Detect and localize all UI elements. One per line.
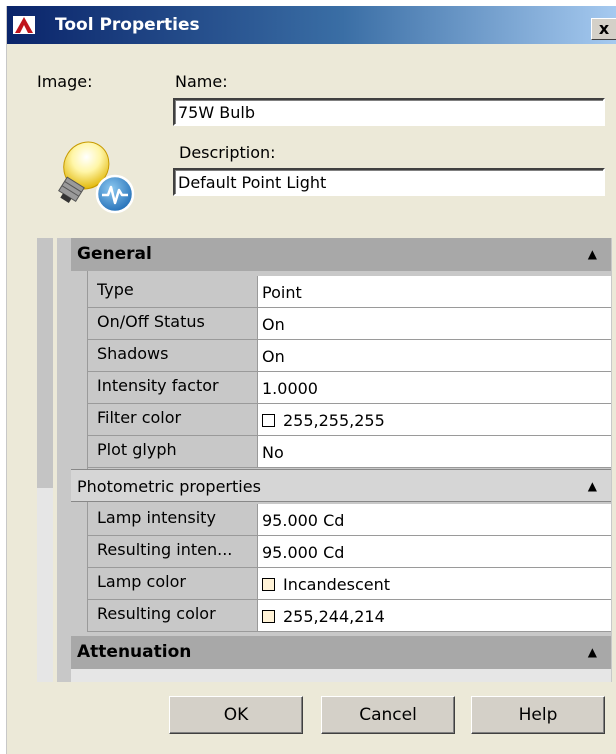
property-name: Filter color — [97, 408, 182, 427]
name-field[interactable] — [173, 98, 605, 126]
properties-scrollbar[interactable] — [37, 238, 53, 682]
scrollbar-thumb[interactable] — [37, 238, 53, 488]
property-row-onoff-status[interactable]: On/Off Status On — [87, 308, 611, 340]
color-swatch — [262, 578, 275, 591]
light-bulb-icon — [58, 141, 135, 214]
property-value[interactable]: 255,244,214 — [257, 600, 611, 631]
property-row-resulting-color[interactable]: Resulting color 255,244,214 — [87, 600, 611, 632]
properties-grid: General ▲ Type Point On/Off Status On Sh… — [57, 238, 612, 682]
property-row-type[interactable]: Type Point — [87, 276, 611, 308]
description-label: Description: — [179, 143, 276, 162]
property-name: Intensity factor — [97, 376, 219, 395]
property-name: Resulting inten... — [97, 540, 233, 559]
property-value[interactable]: 95.000 Cd — [257, 536, 611, 567]
property-value[interactable]: 1.0000 — [257, 372, 611, 403]
caret-up-icon[interactable]: ▲ — [588, 470, 597, 503]
property-name: Type — [97, 280, 134, 299]
property-name: Resulting color — [97, 604, 216, 623]
value-text: No — [262, 443, 284, 462]
property-name: Plot glyph — [97, 440, 177, 459]
section-title: Photometric properties — [77, 477, 261, 496]
property-value[interactable]: Point — [257, 276, 611, 307]
property-row-filter-color[interactable]: Filter color 255,255,255 — [87, 404, 611, 436]
title-bar[interactable]: Tool Properties x — [7, 6, 616, 44]
color-swatch — [262, 610, 275, 623]
tool-properties-dialog: Tool Properties x Image: Name: Descripti… — [6, 6, 616, 754]
property-name: Lamp intensity — [97, 508, 216, 527]
property-row-lamp-color[interactable]: Lamp color Incandescent — [87, 568, 611, 600]
property-row-lamp-intensity[interactable]: Lamp intensity 95.000 Cd — [87, 504, 611, 536]
property-value[interactable]: 95.000 Cd — [257, 504, 611, 535]
section-general-header[interactable]: General ▲ — [71, 238, 611, 271]
value-text: On — [262, 347, 285, 366]
property-row-intensity-factor[interactable]: Intensity factor 1.0000 — [87, 372, 611, 404]
property-value[interactable]: On — [257, 308, 611, 339]
property-name: Shadows — [97, 344, 169, 363]
grid-overflow-area — [71, 669, 611, 682]
property-row-resulting-intensity[interactable]: Resulting inten... 95.000 Cd — [87, 536, 611, 568]
value-text: 255,255,255 — [283, 411, 385, 430]
property-value[interactable]: Incandescent — [257, 568, 611, 599]
property-value[interactable]: On — [257, 340, 611, 371]
color-swatch — [262, 414, 275, 427]
window-title: Tool Properties — [55, 15, 200, 35]
section-title: Attenuation — [77, 642, 192, 662]
value-text: Point — [262, 283, 302, 302]
caret-up-icon[interactable]: ▲ — [588, 636, 597, 669]
close-icon: x — [598, 19, 610, 38]
property-name: Lamp color — [97, 572, 186, 591]
value-text: Incandescent — [283, 575, 390, 594]
value-text: 95.000 Cd — [262, 543, 345, 562]
value-text: 1.0000 — [262, 379, 318, 398]
property-name: On/Off Status — [97, 312, 205, 331]
value-text: On — [262, 315, 285, 334]
name-label: Name: — [175, 72, 228, 91]
description-field[interactable] — [173, 168, 605, 196]
section-attenuation-header[interactable]: Attenuation ▲ — [71, 636, 611, 669]
property-value[interactable]: No — [257, 436, 611, 467]
image-label: Image: — [37, 72, 93, 91]
value-text: 95.000 Cd — [262, 511, 345, 530]
value-text: 255,244,214 — [283, 607, 385, 626]
property-row-plot-glyph[interactable]: Plot glyph No — [87, 436, 611, 468]
close-button[interactable]: x — [591, 18, 616, 40]
app-icon — [13, 16, 35, 34]
cancel-button[interactable]: Cancel — [321, 696, 455, 734]
section-title: General — [77, 244, 152, 264]
section-photometric-header[interactable]: Photometric properties ▲ — [71, 469, 611, 502]
ok-button[interactable]: OK — [169, 696, 303, 734]
caret-up-icon[interactable]: ▲ — [588, 238, 597, 271]
property-value[interactable]: 255,255,255 — [257, 404, 611, 435]
property-row-shadows[interactable]: Shadows On — [87, 340, 611, 372]
help-button[interactable]: Help — [471, 696, 605, 734]
